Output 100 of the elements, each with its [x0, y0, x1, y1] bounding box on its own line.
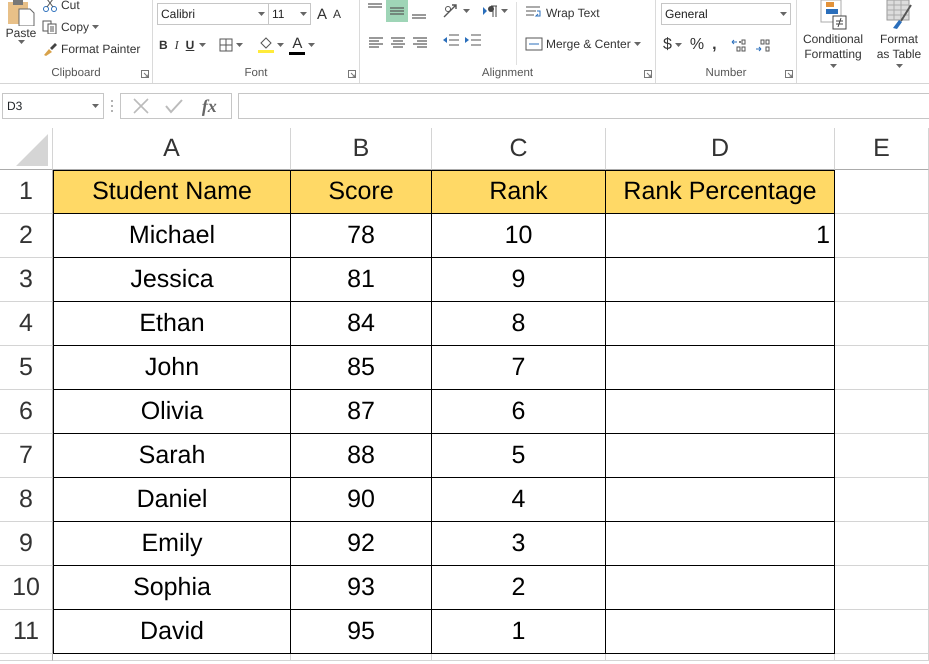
italic-button[interactable]: I [172, 34, 181, 56]
table-cell: 95 [291, 610, 432, 654]
bold-button[interactable]: B [157, 34, 170, 56]
table-cell: 84 [291, 302, 432, 346]
table-cell: 3 [432, 522, 606, 566]
caret-icon [308, 43, 316, 47]
column-header[interactable]: A [53, 128, 291, 170]
table-cell: John [53, 346, 291, 390]
table-cell: 6 [432, 390, 606, 434]
table-cell: Sarah [53, 434, 291, 478]
comma-button[interactable]: , [710, 34, 719, 56]
column-header[interactable]: D [606, 128, 835, 170]
percent-button[interactable]: % [688, 34, 706, 56]
column-header[interactable]: E [835, 128, 929, 170]
row-header[interactable]: 4 [0, 302, 53, 346]
table-cell: 87 [291, 390, 432, 434]
table-cell: Michael [53, 214, 291, 258]
paragraph-arrow-icon [482, 4, 498, 18]
paintbrush-icon [42, 42, 58, 56]
table-brush-icon [885, 0, 913, 30]
currency-button[interactable]: $ [661, 34, 684, 56]
table-cell: Emily [53, 522, 291, 566]
column-header[interactable]: C [432, 128, 606, 170]
align-middle-icon [390, 7, 404, 15]
table-cell: 7 [432, 346, 606, 390]
conditional-formatting-button[interactable]: Conditional Formatting [797, 0, 869, 68]
font-name-dropdown[interactable]: Calibri [157, 3, 269, 25]
table-cell: Jessica [53, 258, 291, 302]
dialog-launcher-icon[interactable] [141, 70, 149, 78]
column-header[interactable]: B [291, 128, 432, 170]
format-painter-button[interactable]: Format Painter [40, 38, 142, 60]
paint-bucket-icon [258, 37, 274, 53]
scissors-icon [42, 0, 58, 12]
table-cell: 90 [291, 478, 432, 522]
table-cell: 5 [432, 434, 606, 478]
caret-icon [199, 43, 206, 47]
indent-icon [464, 33, 482, 47]
shrink-font-button[interactable]: A [331, 3, 344, 25]
table-cell: 92 [291, 522, 432, 566]
merge-center-button[interactable]: Merge & Center [523, 33, 643, 55]
table-cell: 85 [291, 346, 432, 390]
row-header[interactable]: 2 [0, 214, 53, 258]
table-cell: 78 [291, 214, 432, 258]
table-cell: 81 [291, 258, 432, 302]
dialog-launcher-icon[interactable] [644, 70, 652, 78]
row-header[interactable]: 6 [0, 390, 53, 434]
insert-function-button[interactable]: fx [200, 95, 219, 117]
font-size-dropdown[interactable]: 11 [269, 3, 311, 25]
table-cell: 1 [432, 610, 606, 654]
check-icon[interactable] [165, 98, 184, 114]
row-header[interactable]: 11 [0, 610, 53, 654]
row-header[interactable]: 7 [0, 434, 53, 478]
table-cell: 9 [432, 258, 606, 302]
table-cell: Ethan [53, 302, 291, 346]
caret-icon [896, 64, 902, 68]
table-cell: 8 [432, 302, 606, 346]
table-cell: 88 [291, 434, 432, 478]
grow-font-button[interactable]: A [315, 3, 330, 25]
decimal-arrow-icon [754, 38, 771, 52]
table-cell: 1 [606, 214, 835, 258]
align-bottom-icon [412, 14, 426, 19]
caret-icon [830, 64, 836, 68]
row-header[interactable]: 9 [0, 522, 53, 566]
row-header[interactable]: 8 [0, 478, 53, 522]
group-label: Number [706, 66, 746, 81]
dialog-launcher-icon[interactable] [785, 70, 793, 78]
paste-button[interactable]: Paste [2, 0, 40, 64]
decimal-arrow-icon [730, 38, 747, 52]
table-cell: Rank [432, 170, 606, 214]
caret-icon [780, 12, 787, 16]
font-color-button[interactable]: A [289, 35, 306, 55]
copy-icon [42, 20, 58, 34]
align-top-icon [368, 3, 382, 8]
row-header[interactable]: 5 [0, 346, 53, 390]
name-box[interactable]: D3 [2, 93, 104, 119]
wrap-text-button[interactable]: Wrap Text [523, 2, 643, 24]
group-label: Alignment [482, 66, 534, 81]
table-cell: Rank Percentage [606, 170, 835, 214]
align-middle-button[interactable] [386, 0, 408, 22]
underline-button[interactable]: U [184, 34, 196, 56]
cut-button[interactable]: Cut [40, 0, 142, 16]
caret-icon [463, 9, 470, 13]
merge-cells-icon [525, 37, 543, 51]
format-as-table-button[interactable]: Format as Table [871, 0, 927, 68]
caret-icon [236, 43, 244, 47]
table-cell: 4 [432, 478, 606, 522]
copy-button[interactable]: Copy [40, 16, 142, 38]
number-format-dropdown[interactable]: General [661, 3, 791, 25]
formula-input[interactable] [238, 93, 929, 119]
table-cell: David [53, 610, 291, 654]
table-cell: 93 [291, 566, 432, 610]
caret-icon [92, 25, 100, 29]
caret-icon [92, 104, 99, 108]
group-label: Font [244, 66, 268, 81]
dialog-launcher-icon[interactable] [348, 70, 356, 78]
row-header[interactable]: 10 [0, 566, 53, 610]
highlighted-grid-icon [819, 0, 847, 30]
group-label: Clipboard [51, 66, 101, 81]
row-header[interactable]: 3 [0, 258, 53, 302]
table-cell: Score [291, 170, 432, 214]
